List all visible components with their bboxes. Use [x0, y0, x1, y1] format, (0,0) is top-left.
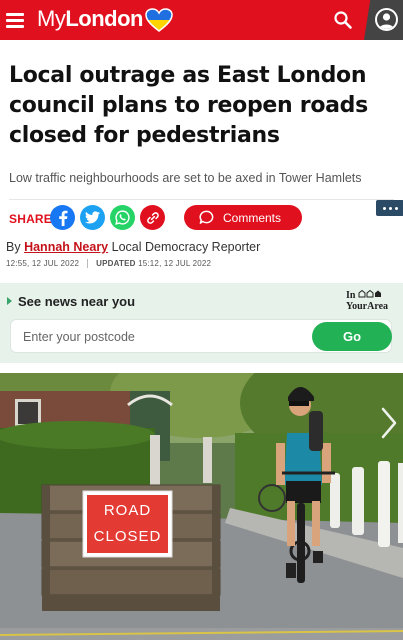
inyourarea-logo-in: In — [346, 290, 356, 301]
whatsapp-share-button[interactable] — [110, 205, 135, 230]
sign-text-road: ROAD — [104, 502, 151, 519]
comments-label: Comments — [223, 210, 282, 225]
copy-link-button[interactable] — [140, 205, 165, 230]
twitter-share-button[interactable] — [80, 205, 105, 230]
copy-link-icon — [146, 211, 159, 224]
share-bar: SHARE Comments — [9, 200, 403, 232]
article-dates: 12:55, 12 JUL 2022 UPDATED 15:12, 12 JUL … — [6, 259, 212, 269]
updated-label: UPDATED — [96, 259, 136, 268]
more-options-button[interactable] — [376, 200, 403, 216]
article-byline: By Hannah Neary Local Democracy Reporter — [6, 240, 260, 254]
account-button[interactable] — [364, 0, 403, 40]
logo-text-my: My — [37, 6, 66, 31]
updated-date: 15:12, 12 JUL 2022 — [138, 259, 212, 268]
search-icon[interactable] — [333, 10, 353, 30]
facebook-share-button[interactable] — [50, 205, 75, 230]
user-account-icon[interactable] — [375, 8, 398, 31]
author-role: Local Democracy Reporter — [111, 240, 261, 254]
triangle-arrow-icon — [7, 297, 12, 305]
twitter-icon — [85, 211, 100, 224]
postcode-form: Go — [10, 319, 392, 353]
article-headline: Local outrage as East London council pla… — [9, 63, 368, 148]
ukraine-heart-icon — [145, 7, 173, 32]
comments-button[interactable]: Comments — [184, 205, 302, 230]
comment-bubble-icon — [199, 210, 214, 224]
whatsapp-icon — [115, 210, 130, 225]
go-button[interactable]: Go — [312, 322, 392, 351]
top-navigation-bar: MyLondon — [0, 0, 403, 40]
author-link[interactable]: Hannah Neary — [24, 240, 108, 254]
road-closed-photo: ROAD CLOSED — [0, 373, 403, 640]
article-subheadline: Low traffic neighbourhoods are set to be… — [9, 171, 362, 185]
hamburger-menu-icon[interactable] — [6, 10, 24, 30]
chevron-right-icon[interactable] — [378, 403, 402, 443]
facebook-icon — [58, 210, 67, 226]
byline-prefix: By — [6, 240, 21, 254]
postcode-input[interactable] — [23, 328, 293, 346]
news-near-you-title: See news near you — [18, 294, 136, 309]
houses-icon — [358, 289, 381, 298]
hero-photo: ROAD CLOSED — [0, 373, 403, 640]
published-date: 12:55, 12 JUL 2022 — [6, 259, 80, 268]
sign-text-closed: CLOSED — [94, 528, 162, 545]
news-near-you-widget: See news near you In YourArea Go — [0, 283, 403, 363]
divider — [9, 199, 394, 200]
inyourarea-logo: In YourArea — [346, 289, 398, 312]
logo-text-london: London — [65, 6, 143, 31]
share-label: SHARE — [9, 212, 53, 226]
mylondon-logo[interactable]: MyLondon — [37, 4, 173, 34]
inyourarea-logo-text: YourArea — [346, 301, 389, 312]
